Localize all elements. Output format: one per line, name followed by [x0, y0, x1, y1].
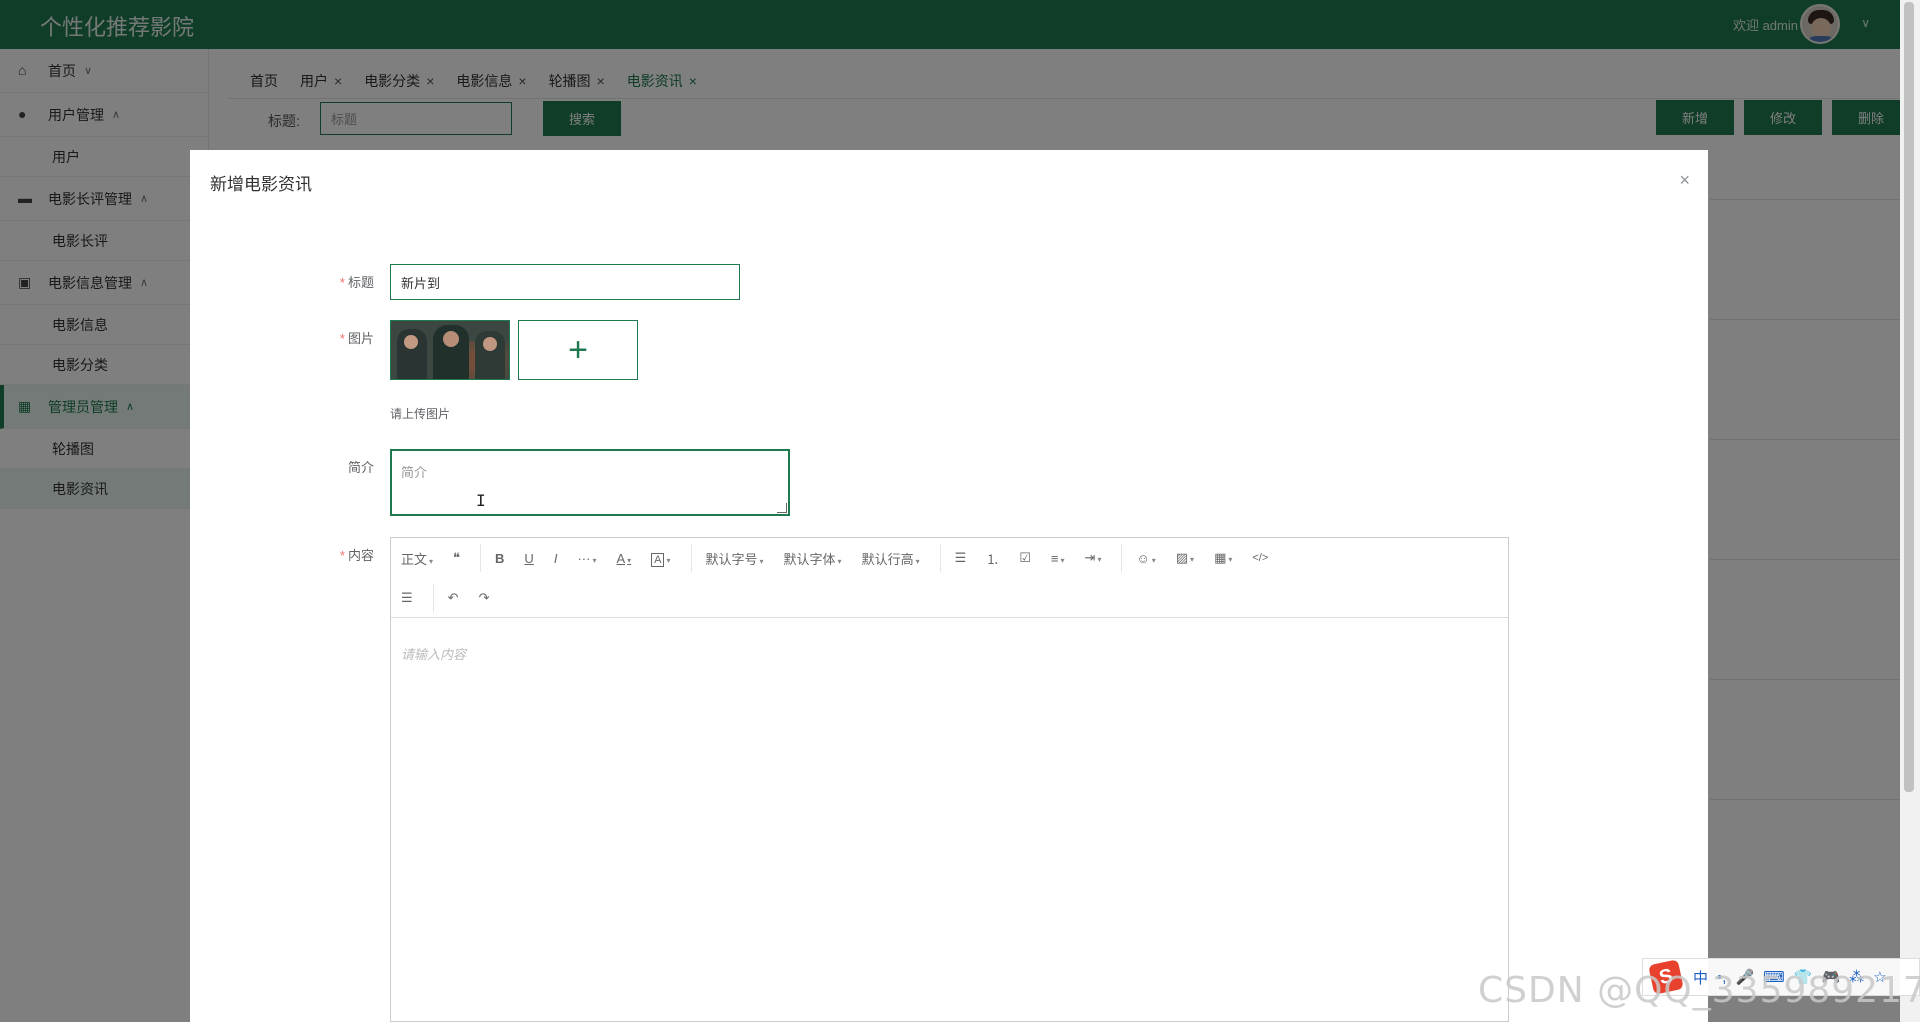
align-icon[interactable]: ≡ ▾: [1051, 551, 1065, 566]
scrollbar-thumb[interactable]: [1904, 2, 1914, 792]
close-icon[interactable]: ×: [1679, 170, 1690, 191]
emoji-icon[interactable]: ☺ ▾: [1136, 551, 1155, 566]
add-movie-news-dialog: 新增电影资讯 × * 标题 新片到 * 图片 + 请上传图片 简介 简介 I * 内容…: [190, 150, 1708, 1022]
editor-placeholder[interactable]: 请输入内容: [401, 644, 466, 663]
underline-icon[interactable]: U: [524, 551, 533, 566]
image-icon[interactable]: ▨ ▾: [1176, 550, 1194, 566]
redo-icon[interactable]: ↷: [479, 590, 490, 606]
dialog-title: 新增电影资讯: [210, 175, 312, 194]
image-label: * 图片: [294, 328, 374, 347]
content-label: * 内容: [294, 545, 374, 564]
title-label: * 标题: [294, 272, 374, 291]
label-text: 标题: [347, 275, 374, 290]
editor-toolbar: 正文 ▾ ❝ B U I ··· ▾ A ▾ A ▾ 默认字号 ▾ 默认字体 ▾ 默认行高 ▾…: [391, 538, 1508, 578]
indent-icon[interactable]: ⇥ ▾: [1085, 550, 1102, 566]
rich-text-editor: 正文 ▾ ❝ B U I ··· ▾ A ▾ A ▾ 默认字号 ▾ 默认字体 ▾ 默认行高 ▾…: [390, 537, 1509, 1022]
editor-toolbar-row2: ☰ ↶ ↷: [391, 578, 1508, 618]
required-mark: *: [339, 275, 345, 290]
paragraph-style-dropdown[interactable]: 正文 ▾: [401, 549, 433, 568]
upload-tip: 请上传图片: [390, 407, 451, 421]
resize-handle-icon[interactable]: [777, 503, 787, 513]
background-color-icon[interactable]: A ▾: [651, 551, 671, 567]
text-cursor-icon: I: [476, 491, 486, 510]
description-placeholder: 简介: [401, 465, 428, 480]
title-input[interactable]: 新片到: [390, 264, 740, 300]
plus-icon: +: [568, 331, 588, 369]
required-mark: *: [339, 548, 345, 563]
quote-icon[interactable]: ❝: [453, 550, 460, 566]
undo-icon[interactable]: ↶: [448, 590, 459, 606]
code-icon[interactable]: </>: [1252, 552, 1268, 564]
csdn-watermark: CSDN @QQ_3359892174: [1478, 970, 1920, 1011]
page-scrollbar[interactable]: [1900, 0, 1920, 1022]
table-icon[interactable]: ▦ ▾: [1214, 550, 1232, 566]
line-height-dropdown[interactable]: 默认行高 ▾: [862, 549, 920, 568]
label-text: 内容: [347, 548, 374, 563]
bullet-list-icon[interactable]: ☰: [955, 550, 967, 566]
label-text: 图片: [347, 331, 374, 346]
required-mark: *: [339, 331, 345, 346]
italic-icon[interactable]: I: [554, 551, 558, 566]
numbered-list-icon[interactable]: ⒈: [986, 549, 999, 568]
todo-list-icon[interactable]: ☑: [1019, 550, 1031, 566]
uploaded-image-thumbnail[interactable]: [390, 320, 510, 380]
font-size-dropdown[interactable]: 默认字号 ▾: [706, 549, 764, 568]
font-color-icon[interactable]: A ▾: [616, 551, 631, 566]
desc-label: 简介: [347, 460, 374, 475]
more-icon[interactable]: ··· ▾: [577, 551, 596, 566]
description-textarea[interactable]: 简介: [390, 449, 790, 516]
font-family-dropdown[interactable]: 默认字体 ▾: [784, 549, 842, 568]
bold-icon[interactable]: B: [495, 551, 504, 566]
divider-line-icon[interactable]: ☰: [401, 590, 413, 606]
upload-button[interactable]: +: [518, 320, 638, 380]
